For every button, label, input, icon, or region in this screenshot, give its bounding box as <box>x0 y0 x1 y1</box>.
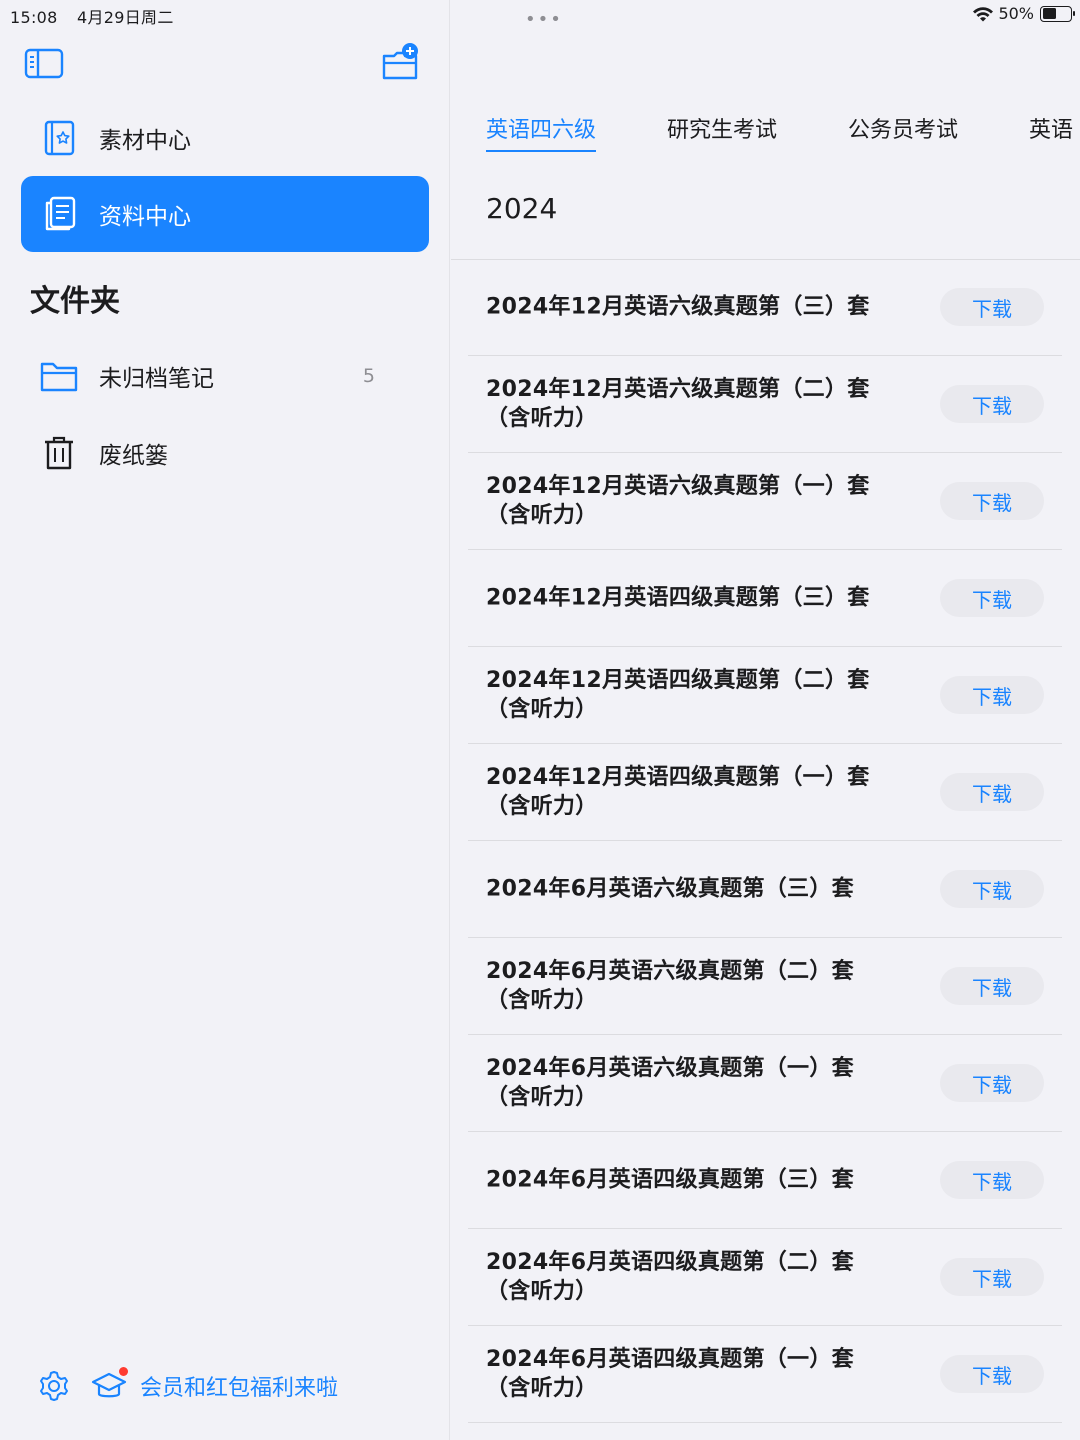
item-title-line1: 2024年6月英语六级真题第（三）套 <box>486 876 854 902</box>
status-time-date: 15:08 4月29日周二 <box>10 4 174 28</box>
list-item[interactable]: 2024年12月英语六级真题第（一）套 （含听力） 下载 <box>468 453 1062 550</box>
multitask-handle[interactable]: ••• <box>525 9 563 30</box>
sidebar: 15:08 4月29日周二 素材中心 资料中心 文件夹 未归档笔记 5 废纸篓 … <box>0 0 450 1440</box>
download-button[interactable]: 下载 <box>940 1064 1044 1102</box>
item-title-line2: （含听力） <box>486 406 598 431</box>
download-button[interactable]: 下载 <box>940 967 1044 1005</box>
tab-civil-service[interactable]: 公务员考试 <box>848 112 958 150</box>
item-title: 2024年6月英语六级真题第（一）套 （含听力） <box>486 1054 906 1112</box>
download-button[interactable]: 下载 <box>940 1258 1044 1296</box>
download-button[interactable]: 下载 <box>940 482 1044 520</box>
nav-label: 资料中心 <box>99 204 191 230</box>
document-list-icon <box>41 195 79 233</box>
folder-count: 5 <box>362 365 375 387</box>
item-title: 2024年6月英语六级真题第（二）套 （含听力） <box>486 957 906 1015</box>
item-title-line1: 2024年6月英语四级真题第（二）套 <box>486 1250 854 1275</box>
folder-label: 未归档笔记 <box>99 366 214 392</box>
list-item[interactable]: 2024年6月英语四级真题第（三）套 下载 <box>468 1132 1062 1229</box>
list-item[interactable]: 2024年12月英语六级真题第（三）套 下载 <box>468 259 1062 356</box>
item-title-line2: （含听力） <box>486 503 598 528</box>
folder-icon <box>39 356 79 396</box>
folders-section-title: 文件夹 <box>30 284 120 319</box>
list-item[interactable]: 2024年6月英语四级真题第（一）套 （含听力） 下载 <box>468 1326 1062 1423</box>
download-button[interactable]: 下载 <box>940 676 1044 714</box>
item-title: 2024年6月英语四级真题第（一）套 （含听力） <box>486 1345 906 1403</box>
category-tabs: 英语四六级 研究生考试 公务员考试 英语 <box>486 112 1080 152</box>
sidebar-toggle-icon[interactable] <box>24 48 64 80</box>
list-item[interactable]: 2024年6月英语六级真题第（三）套 下载 <box>468 841 1062 938</box>
tab-english[interactable]: 英语 <box>1029 112 1073 150</box>
item-title: 2024年12月英语四级真题第（三）套 <box>486 584 906 613</box>
gear-icon[interactable] <box>36 1368 72 1404</box>
battery-percent: 50% <box>998 4 1034 23</box>
graduation-cap-icon[interactable] <box>90 1367 128 1405</box>
download-button[interactable]: 下载 <box>940 773 1044 811</box>
year-heading: 2024 <box>486 192 558 225</box>
download-button[interactable]: 下载 <box>940 1355 1044 1393</box>
download-button[interactable]: 下载 <box>940 870 1044 908</box>
status-date: 4月29日周二 <box>77 8 174 27</box>
list-item[interactable]: 2024年6月英语六级真题第（一）套 （含听力） 下载 <box>468 1035 1062 1132</box>
item-title-line2: （含听力） <box>486 697 598 722</box>
item-title-line2: （含听力） <box>486 988 598 1013</box>
main-panel: ••• 50% 英语四六级 研究生考试 公务员考试 英语 2024 2024年12月英… <box>451 0 1080 1440</box>
nav-label: 素材中心 <box>99 128 191 154</box>
list-item[interactable]: 2024年12月英语六级真题第（二）套 （含听力） 下载 <box>468 356 1062 453</box>
notification-dot <box>119 1367 128 1376</box>
item-title-line1: 2024年12月英语六级真题第（二）套 <box>486 377 870 402</box>
item-title-line1: 2024年6月英语六级真题第（二）套 <box>486 959 854 984</box>
item-title: 2024年12月英语四级真题第（一）套 （含听力） <box>486 763 906 821</box>
item-title-line2: （含听力） <box>486 1085 598 1110</box>
item-title-line2: （含听力） <box>486 794 598 819</box>
item-title: 2024年6月英语四级真题第（三）套 <box>486 1166 906 1195</box>
nav-document-center[interactable]: 资料中心 <box>21 176 429 252</box>
folder-label: 废纸篓 <box>99 443 168 469</box>
status-right: 50% <box>972 4 1075 23</box>
list-item[interactable]: 2024年6月英语六级真题第（二）套 （含听力） 下载 <box>468 938 1062 1035</box>
battery-icon <box>1040 5 1075 22</box>
item-title-line2: （含听力） <box>486 1279 598 1304</box>
tab-postgraduate[interactable]: 研究生考试 <box>667 112 777 150</box>
list-item[interactable]: 2024年6月英语四级真题第（二）套 （含听力） 下载 <box>468 1229 1062 1326</box>
sidebar-bottom-bar: 会员和红包福利来啦 <box>36 1364 338 1408</box>
item-title: 2024年12月英语六级真题第（一）套 （含听力） <box>486 472 906 530</box>
material-list: 2024年12月英语六级真题第（三）套 下载 2024年12月英语六级真题第（二）套… <box>468 259 1062 1423</box>
material-book-icon <box>41 119 79 157</box>
item-title: 2024年12月英语六级真题第（三）套 <box>486 293 906 322</box>
item-title-line1: 2024年6月英语四级真题第（三）套 <box>486 1167 854 1193</box>
list-item[interactable]: 2024年12月英语四级真题第（三）套 下载 <box>468 550 1062 647</box>
new-folder-icon[interactable] <box>380 42 420 82</box>
download-button[interactable]: 下载 <box>940 1161 1044 1199</box>
nav-material-center[interactable]: 素材中心 <box>21 100 429 176</box>
item-title-line1: 2024年12月英语六级真题第（一）套 <box>486 474 870 499</box>
item-title: 2024年6月英语六级真题第（三）套 <box>486 875 906 904</box>
download-button[interactable]: 下载 <box>940 579 1044 617</box>
item-title-line1: 2024年12月英语六级真题第（三）套 <box>486 294 870 320</box>
list-item[interactable]: 2024年12月英语四级真题第（二）套 （含听力） 下载 <box>468 647 1062 744</box>
item-title-line1: 2024年6月英语四级真题第（一）套 <box>486 1347 854 1372</box>
wifi-icon <box>972 6 994 22</box>
item-title-line1: 2024年12月英语四级真题第（二）套 <box>486 668 870 693</box>
folder-trash[interactable]: 废纸篓 <box>21 418 429 488</box>
folder-unfiled-notes[interactable]: 未归档笔记 5 <box>21 341 429 411</box>
list-item[interactable]: 2024年12月英语四级真题第（一）套 （含听力） 下载 <box>468 744 1062 841</box>
item-title-line2: （含听力） <box>486 1376 598 1401</box>
battery-fill <box>1042 8 1056 19</box>
item-title-line1: 2024年12月英语四级真题第（三）套 <box>486 585 870 611</box>
item-title: 2024年12月英语六级真题第（二）套 （含听力） <box>486 375 906 433</box>
tab-cet[interactable]: 英语四六级 <box>486 112 597 152</box>
trash-icon <box>39 433 79 473</box>
item-title: 2024年6月英语四级真题第（二）套 （含听力） <box>486 1248 906 1306</box>
item-title-line1: 2024年12月英语四级真题第（一）套 <box>486 765 870 790</box>
download-button[interactable]: 下载 <box>940 385 1044 423</box>
item-title: 2024年12月英语四级真题第（二）套 （含听力） <box>486 666 906 724</box>
item-title-line1: 2024年6月英语六级真题第（一）套 <box>486 1056 854 1081</box>
promo-link[interactable]: 会员和红包福利来啦 <box>140 1370 338 1402</box>
status-time: 15:08 <box>10 8 58 27</box>
download-button[interactable]: 下载 <box>940 288 1044 326</box>
